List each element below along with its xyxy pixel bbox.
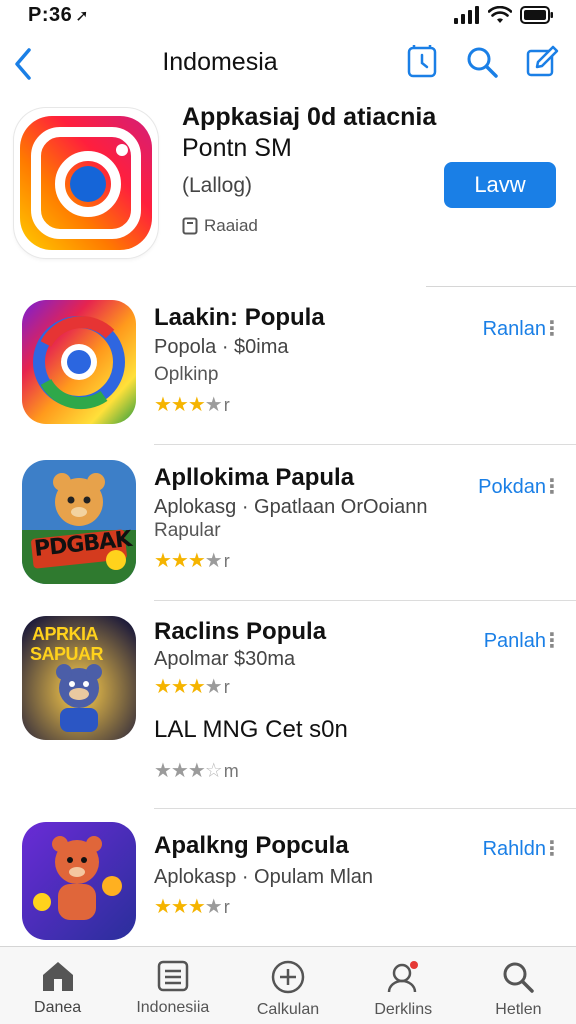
app-icon-1[interactable] bbox=[22, 300, 136, 424]
history-button[interactable] bbox=[404, 44, 440, 80]
tab-add[interactable]: Calkulan bbox=[230, 947, 345, 1024]
app-rating: ★★★★ r bbox=[154, 676, 230, 698]
list-item[interactable]: PDGBAK Apllokima Papula Aplokasg · Gpatl… bbox=[0, 460, 576, 590]
featured-get-button[interactable]: Lavw bbox=[444, 162, 556, 208]
app-title: Laakin: Popula bbox=[154, 304, 325, 331]
person-icon bbox=[387, 961, 419, 993]
featured-app-title: Appkasiaj 0d atiacnia Pontn SM bbox=[182, 102, 482, 164]
more-icon[interactable]: ⋮ bbox=[542, 836, 562, 861]
app-title: Apllokima Papula bbox=[154, 464, 355, 491]
app-action-button[interactable]: Ranlan bbox=[483, 318, 546, 341]
tab-label: Calkulan bbox=[256, 1001, 320, 1018]
tab-home[interactable]: Danea bbox=[0, 947, 115, 1024]
clock-doc-icon bbox=[407, 45, 437, 78]
more-icon[interactable]: ⋮ bbox=[542, 474, 562, 499]
list-item[interactable]: Apalkng Popcula Aplokasp · Opulam Mlan ★… bbox=[0, 822, 576, 946]
tab-label: Indonesiia bbox=[136, 999, 210, 1016]
tab-bar: Danea Indonesiia Calkulan Derklins Hetle… bbox=[0, 946, 576, 1024]
search-icon bbox=[467, 47, 498, 78]
app-title: Apalkng Popcula bbox=[154, 832, 349, 859]
app-meta: Aplokasp · Opulam Mlan bbox=[154, 866, 373, 888]
featured-app-icon[interactable] bbox=[14, 108, 158, 258]
plus-circle-icon bbox=[271, 960, 305, 994]
featured-title-line1: Appkasiaj 0d atiacnia bbox=[182, 103, 437, 131]
home-icon bbox=[42, 962, 73, 991]
compose-icon bbox=[526, 45, 559, 77]
featured-tag-label: Raaiad bbox=[204, 216, 258, 235]
featured-app-subtitle: (Lallog) bbox=[182, 174, 253, 197]
divider bbox=[154, 600, 576, 601]
list-icon bbox=[157, 960, 189, 992]
tab-label: Danea bbox=[34, 999, 82, 1016]
game-bear-icon bbox=[22, 460, 136, 584]
tab-search[interactable]: Hetlen bbox=[461, 947, 576, 1024]
bear-character-icon bbox=[22, 822, 136, 940]
game-logo-text-1: APRKIA bbox=[32, 624, 99, 644]
app-icon-4[interactable] bbox=[22, 822, 136, 940]
app-category: Oplkinp bbox=[154, 364, 219, 385]
more-icon[interactable]: ⋮ bbox=[542, 628, 562, 653]
featured-app-tag: Raaiad bbox=[182, 216, 258, 236]
nav-actions bbox=[404, 44, 560, 80]
app-rating: ★★★★ r bbox=[154, 394, 230, 416]
tab-label: Derklins bbox=[374, 1001, 433, 1018]
nav-bar: Indomesia bbox=[0, 36, 576, 90]
list-item[interactable]: Laakin: Popula Popola · $0ima Oplkinp ★★… bbox=[0, 300, 576, 440]
game-logo-text-2: SAPUAR bbox=[30, 644, 104, 664]
divider bbox=[154, 808, 576, 809]
app-action-button[interactable]: Pokdan bbox=[478, 476, 546, 499]
app-icon-2[interactable]: PDGBAK bbox=[22, 460, 136, 584]
app-action-button[interactable]: Rahldn bbox=[483, 838, 546, 861]
camera-logo-icon bbox=[20, 116, 152, 250]
app-action-button[interactable]: Panlah bbox=[484, 630, 546, 653]
doc-icon bbox=[182, 217, 198, 235]
tab-profile[interactable]: Derklins bbox=[346, 947, 461, 1024]
app-meta: Apolmar $30ma bbox=[154, 648, 296, 670]
featured-title-line2: Pontn SM bbox=[182, 134, 292, 162]
app-icon-3[interactable]: APRKIA SAPUAR bbox=[22, 616, 136, 740]
status-icons bbox=[454, 6, 554, 24]
tab-list[interactable]: Indonesiia bbox=[115, 947, 230, 1024]
more-icon[interactable]: ⋮ bbox=[542, 316, 562, 341]
app-meta: Popola · $0ima bbox=[154, 336, 289, 358]
divider bbox=[426, 286, 576, 287]
location-arrow-icon: ➚ bbox=[75, 8, 90, 25]
battery-icon bbox=[520, 6, 553, 24]
wifi-icon bbox=[488, 6, 512, 23]
tab-label: Hetlen bbox=[495, 1001, 542, 1018]
extra-rating: ★★★☆ m bbox=[154, 760, 239, 782]
search-button[interactable] bbox=[464, 44, 500, 80]
signal-icon bbox=[454, 6, 479, 24]
search-icon bbox=[503, 962, 535, 993]
status-bar: P:36 ➚ bbox=[0, 0, 576, 32]
divider bbox=[154, 444, 576, 445]
status-time: P:36 ➚ bbox=[28, 4, 90, 26]
compose-button[interactable] bbox=[524, 44, 560, 80]
page-title: Indomesia bbox=[162, 48, 278, 76]
app-title: Raclins Popula bbox=[154, 618, 327, 645]
list-item[interactable]: APRKIA SAPUAR Raclins Popula Apolmar $30… bbox=[0, 616, 576, 796]
rainbow-swirl-icon bbox=[22, 300, 136, 424]
app-meta: Aplokasg · Gpatlaan OrOoiann bbox=[154, 496, 428, 518]
app-rating: ★★★★ r bbox=[154, 896, 230, 918]
extra-title: LAL MNG Cet s0n bbox=[154, 716, 348, 743]
app-category: Rapular bbox=[154, 520, 221, 541]
app-rating: ★★★★ r bbox=[154, 550, 230, 572]
featured-app: Appkasiaj 0d atiacnia Pontn SM (Lallog) … bbox=[0, 100, 576, 280]
